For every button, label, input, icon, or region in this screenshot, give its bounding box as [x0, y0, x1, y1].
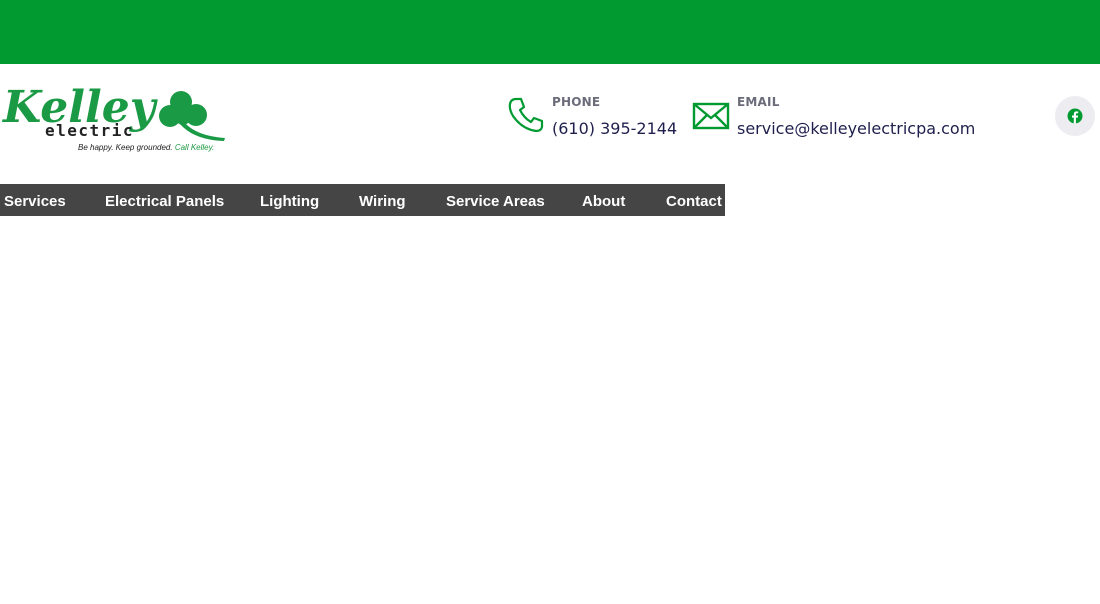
nav-item-electrical-panels[interactable]: Electrical Panels — [105, 194, 224, 209]
nav-item-service-areas[interactable]: Service Areas — [446, 194, 545, 209]
logo-subtitle: electric — [45, 121, 134, 140]
email-address[interactable]: service@kelleyelectricpa.com — [737, 119, 975, 138]
nav-item-wiring[interactable]: Wiring — [359, 194, 406, 209]
top-banner — [0, 0, 1100, 64]
nav-item-about[interactable]: About — [582, 194, 625, 209]
logo-graphic: Kelley electric Be happy. Keep grounded.… — [1, 82, 225, 152]
kelley-electric-logo[interactable]: Kelley electric Be happy. Keep grounded.… — [0, 78, 262, 158]
email-contact[interactable]: EMAIL service@kelleyelectricpa.com — [692, 92, 975, 144]
envelope-icon — [692, 102, 730, 130]
facebook-icon — [1067, 108, 1083, 124]
main-navigation: Services Electrical Panels Lighting Wiri… — [0, 184, 725, 216]
nav-item-services[interactable]: Services — [4, 194, 66, 209]
nav-item-lighting[interactable]: Lighting — [260, 194, 319, 209]
logo-tagline: Be happy. Keep grounded. Call Kelley. — [78, 143, 214, 152]
nav-item-contact[interactable]: Contact — [666, 194, 722, 209]
phone-icon — [508, 97, 544, 133]
phone-label: PHONE — [552, 95, 601, 109]
email-label: EMAIL — [737, 95, 780, 109]
phone-number[interactable]: (610) 395-2144 — [552, 119, 677, 138]
phone-contact[interactable]: PHONE (610) 395-2144 — [507, 92, 677, 144]
facebook-button[interactable] — [1055, 96, 1095, 136]
shamrock-icon — [159, 91, 225, 141]
